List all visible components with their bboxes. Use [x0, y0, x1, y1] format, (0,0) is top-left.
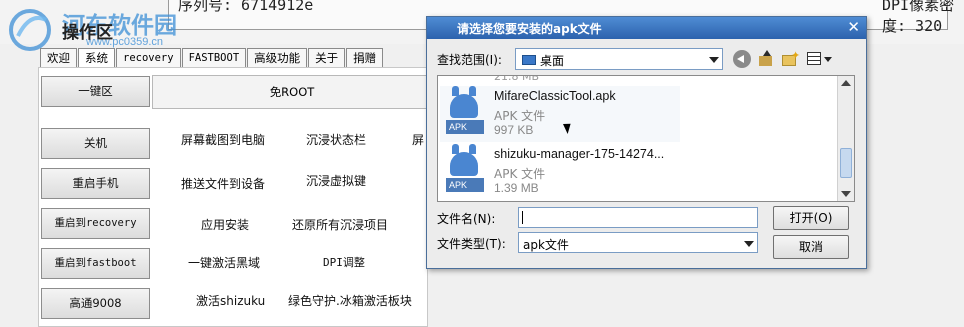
view-menu-icon[interactable]: [807, 50, 833, 68]
desktop-icon: [522, 55, 536, 65]
restore-immersive-button[interactable]: 还原所有沉浸项目: [292, 216, 388, 233]
dpi-info: DPI像素密度: 320: [882, 0, 955, 35]
app-install-button[interactable]: 应用安装: [201, 216, 249, 233]
activate-brevent-button[interactable]: 一键激活黑域: [188, 254, 260, 271]
tab-welcome[interactable]: 欢迎: [40, 48, 77, 67]
reboot-phone-button[interactable]: 重启手机: [41, 168, 150, 199]
up-folder-icon[interactable]: [757, 50, 775, 68]
chevron-down-icon[interactable]: [709, 57, 719, 63]
file-list-scrollbar[interactable]: [837, 76, 854, 201]
file-name: MifareClassicTool.apk: [494, 89, 616, 103]
text-caret: [522, 211, 523, 224]
no-root-header: 免ROOT: [152, 75, 432, 109]
green-guard-icebox-button[interactable]: 绿色守护.冰箱激活板块: [288, 292, 412, 309]
file-size: 997 KB: [494, 123, 534, 137]
screenshot-to-pc-button[interactable]: 屏幕截图到电脑: [181, 131, 265, 148]
look-in-label: 查找范围(I):: [437, 53, 502, 67]
section-title: 操作区: [62, 23, 113, 43]
back-icon[interactable]: [733, 50, 751, 68]
look-in-combo[interactable]: 桌面: [515, 48, 723, 70]
shutdown-button[interactable]: 关机: [41, 128, 150, 159]
watermark-logo-icon: [9, 9, 51, 51]
push-file-button[interactable]: 推送文件到设备: [181, 175, 265, 192]
scroll-thumb[interactable]: [840, 148, 852, 178]
one-click-button[interactable]: 一键区: [41, 76, 150, 107]
tab-recovery[interactable]: recovery: [116, 48, 181, 67]
mouse-cursor-icon: [563, 121, 574, 134]
file-chooser-dialog: 请选择您要安装的apk文件 ✕ 查找范围(I): 桌面 ✦ 21.8 MB AP…: [426, 16, 867, 269]
dialog-title: 请选择您要安装的apk文件: [457, 22, 602, 36]
reboot-fastboot-button[interactable]: 重启到fastboot: [41, 248, 150, 279]
close-icon[interactable]: ✕: [847, 18, 860, 36]
look-in-value: 桌面: [540, 54, 565, 68]
filetype-select[interactable]: apk文件: [518, 232, 758, 253]
file-size: 1.39 MB: [494, 181, 539, 195]
immersive-navkeys-button[interactable]: 沉浸虚拟键: [306, 172, 366, 189]
open-button[interactable]: 打开(O): [773, 206, 849, 230]
truncated-function-button[interactable]: 屏: [412, 131, 424, 148]
filetype-value: apk文件: [523, 238, 569, 252]
apk-file-icon: APK: [444, 144, 486, 196]
tab-system[interactable]: 系统: [78, 48, 115, 67]
dpi-adjust-button[interactable]: DPI调整: [323, 254, 365, 270]
file-list[interactable]: 21.8 MB APK MifareClassicTool.apk APK 文件…: [437, 75, 855, 202]
main-tabs: 欢迎 系统 recovery FASTBOOT 高级功能 关于 捐赠: [40, 48, 384, 67]
file-item-mifare[interactable]: APK MifareClassicTool.apk APK 文件 997 KB: [440, 86, 680, 142]
file-type: APK 文件: [494, 109, 546, 123]
dialog-titlebar[interactable]: 请选择您要安装的apk文件 ✕: [427, 17, 866, 39]
tab-about[interactable]: 关于: [308, 48, 346, 67]
tab-donate[interactable]: 捐赠: [346, 48, 384, 67]
new-folder-icon[interactable]: ✦: [781, 49, 800, 68]
scroll-down-icon[interactable]: [841, 191, 851, 197]
file-type: APK 文件: [494, 167, 546, 181]
tab-advanced[interactable]: 高级功能: [247, 48, 308, 67]
partial-file-size: 21.8 MB: [494, 75, 540, 83]
apk-file-icon: APK: [444, 86, 486, 138]
reboot-recovery-button[interactable]: 重启到recovery: [41, 208, 150, 239]
tab-fastboot[interactable]: FASTBOOT: [181, 48, 247, 67]
filename-label: 文件名(N):: [437, 212, 496, 226]
immersive-statusbar-button[interactable]: 沉浸状态栏: [306, 131, 366, 148]
scroll-up-icon[interactable]: [841, 80, 851, 86]
filetype-label: 文件类型(T):: [437, 237, 506, 251]
cancel-button[interactable]: 取消: [773, 235, 849, 259]
activate-shizuku-button[interactable]: 激活shizuku: [196, 292, 265, 309]
qualcomm-9008-button[interactable]: 高通9008: [41, 288, 150, 319]
file-name: shizuku-manager-175-14274...: [494, 147, 665, 161]
chevron-down-icon[interactable]: [744, 241, 754, 247]
filename-input[interactable]: [518, 207, 758, 228]
file-item-shizuku[interactable]: APK shizuku-manager-175-14274... APK 文件 …: [440, 144, 680, 200]
